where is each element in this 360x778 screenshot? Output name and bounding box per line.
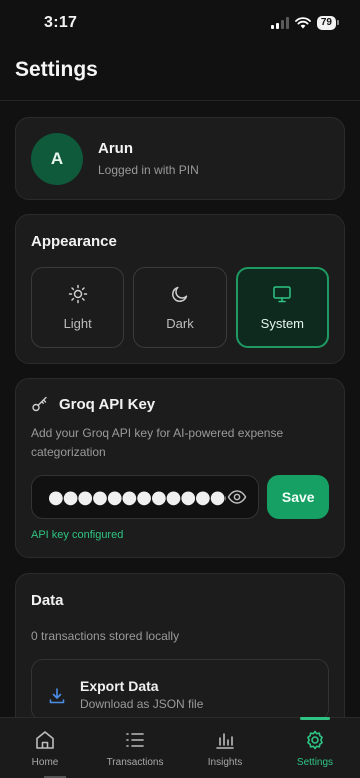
api-key-header: Groq API Key	[31, 395, 329, 413]
export-title: Export Data	[80, 678, 159, 694]
nav-item-home[interactable]: Home	[0, 718, 90, 778]
nav-item-transactions[interactable]: Transactions	[90, 718, 180, 778]
theme-option-system[interactable]: System	[235, 267, 329, 348]
profile-name: Arun	[98, 140, 133, 157]
status-bar: 3:17 79	[0, 0, 360, 46]
bottom-nav: Home Transactions Insights Settings	[0, 717, 360, 778]
export-subtitle: Download as JSON file	[80, 697, 204, 711]
export-text: Export Data Download as JSON file	[80, 678, 203, 711]
status-time: 3:17	[44, 14, 78, 31]
api-key-status: API key configured	[31, 529, 124, 541]
download-icon	[49, 688, 65, 704]
header-divider	[0, 100, 360, 101]
profile-card: A Arun Logged in with PIN	[15, 117, 345, 200]
api-key-description: Add your Groq API key for AI-powered exp…	[31, 426, 284, 459]
page-title: Settings	[15, 58, 98, 81]
nav-item-settings[interactable]: Settings	[270, 717, 360, 778]
transactions-count: 0 transactions stored locally	[31, 629, 180, 643]
sun-icon	[68, 284, 87, 304]
eye-icon	[228, 490, 247, 504]
avatar: A	[31, 132, 83, 185]
list-icon	[126, 733, 144, 747]
api-key-row: Save	[31, 475, 329, 519]
api-key-card: Groq API Key Add your Groq API key for A…	[15, 378, 345, 558]
nav-label: Settings	[296, 757, 334, 768]
theme-option-label: Light	[63, 316, 92, 331]
theme-option-label: System	[260, 316, 304, 331]
api-key-title: Groq API Key	[59, 395, 156, 413]
toggle-visibility-button[interactable]	[226, 486, 248, 508]
data-title: Data	[31, 592, 64, 609]
home-icon	[36, 731, 54, 749]
theme-option-label: Dark	[166, 316, 194, 331]
gear-icon	[307, 730, 323, 750]
api-key-input[interactable]	[48, 486, 227, 508]
theme-option-light[interactable]: Light	[31, 267, 125, 348]
signal-icon	[270, 17, 289, 29]
save-api-key-button[interactable]: Save	[267, 475, 329, 519]
profile-login-status: Logged in with PIN	[98, 163, 199, 177]
appearance-card: Appearance Light Dark System	[15, 214, 345, 364]
nav-item-insights[interactable]: Insights	[180, 718, 270, 778]
nav-label: Home	[31, 757, 59, 768]
nav-label: Insights	[207, 757, 243, 768]
moon-icon	[172, 286, 188, 302]
wifi-icon	[294, 17, 311, 29]
monitor-icon	[273, 286, 292, 303]
profile-text: Arun Logged in with PIN	[98, 140, 199, 177]
status-icons: 79	[270, 16, 340, 30]
theme-option-dark[interactable]: Dark	[133, 267, 227, 348]
key-icon	[32, 396, 47, 412]
nav-label: Transactions	[106, 757, 164, 768]
theme-options: Light Dark System	[31, 267, 329, 348]
api-key-field	[31, 475, 260, 519]
bar-chart-icon	[216, 733, 234, 749]
appearance-title: Appearance	[31, 233, 117, 250]
export-data-button[interactable]: Export Data Download as JSON file	[31, 659, 329, 721]
battery-indicator: 79	[316, 16, 340, 30]
